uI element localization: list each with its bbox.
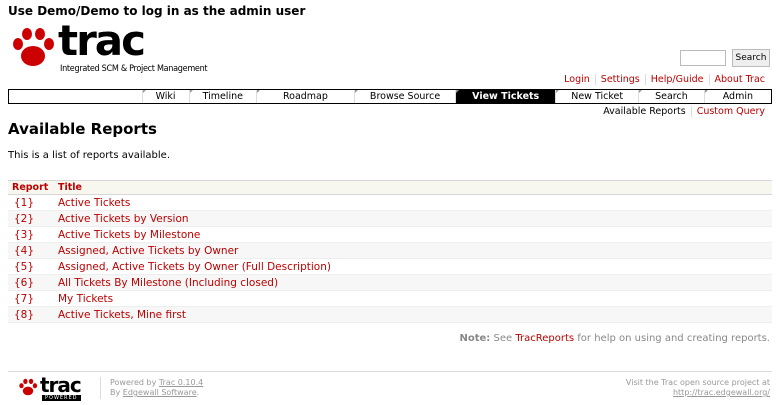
page-intro: This is a list of reports available.: [8, 150, 171, 161]
footer-separator: [100, 377, 101, 399]
main-navigation: Wiki Timeline Roadmap Browse Source View…: [8, 89, 772, 104]
table-row: {6} All Tickets By Milestone (Including c…: [8, 274, 772, 291]
metanav-settings[interactable]: Settings: [594, 74, 645, 85]
report-number-link[interactable]: {5}: [8, 258, 54, 275]
tab-admin[interactable]: Admin: [703, 90, 771, 103]
tab-search[interactable]: Search: [638, 90, 704, 103]
report-number-link[interactable]: {3}: [8, 226, 54, 243]
logo-tagline: Integrated SCM & Project Management: [60, 64, 208, 74]
table-row: {7} My Tickets: [8, 290, 772, 307]
table-row: {5} Assigned, Active Tickets by Owner (Fu…: [8, 258, 772, 275]
demo-login-note: Use Demo/Demo to log in as the admin use…: [8, 4, 306, 18]
table-row: {3} Active Tickets by Milestone: [8, 226, 772, 243]
help-note: Note: See TracReports for help on using …: [460, 333, 771, 344]
metanav-help-guide[interactable]: Help/Guide: [644, 74, 709, 85]
report-title-link[interactable]: Active Tickets by Milestone: [54, 226, 772, 243]
footer-powered-by: Powered by Trac 0.10.4 By Edgewall Softw…: [110, 378, 203, 398]
report-title-link[interactable]: Active Tickets: [54, 194, 772, 211]
logo-word: trac: [58, 16, 146, 65]
trac-powered-logo[interactable]: trac POWERED: [18, 373, 90, 401]
table-header-row: Report Title: [8, 180, 772, 195]
ctxtnav-custom-query[interactable]: Custom Query: [690, 106, 770, 117]
report-title-link[interactable]: My Tickets: [54, 290, 772, 307]
note-pre: See: [493, 333, 513, 344]
table-row: {4} Assigned, Active Tickets by Owner: [8, 242, 772, 259]
footer-divider: [8, 371, 772, 372]
tab-roadmap[interactable]: Roadmap: [255, 90, 354, 103]
report-title-link[interactable]: Assigned, Active Tickets by Owner (Full …: [54, 258, 772, 275]
report-number-link[interactable]: {7}: [8, 290, 54, 307]
report-title-link[interactable]: Active Tickets, Mine first: [54, 306, 772, 323]
footer-logo-badge: POWERED: [42, 395, 81, 401]
note-label: Note:: [459, 333, 491, 344]
trac-logo[interactable]: trac Integrated SCM & Project Management: [10, 16, 208, 74]
column-header-title[interactable]: Title: [54, 180, 772, 195]
report-number-link[interactable]: {2}: [8, 210, 54, 227]
paw-icon: [13, 28, 54, 66]
meta-navigation: Login Settings Help/Guide About Trac: [559, 74, 770, 85]
paw-icon: [19, 378, 38, 396]
note-post: for help on using and creating reports.: [577, 333, 770, 344]
report-number-link[interactable]: {8}: [8, 306, 54, 323]
context-navigation: Available Reports Custom Query: [598, 106, 770, 117]
edgewall-link[interactable]: Edgewall Software: [123, 388, 197, 397]
report-number-link[interactable]: {1}: [8, 194, 54, 211]
tab-timeline[interactable]: Timeline: [188, 90, 256, 103]
report-title-link[interactable]: Active Tickets by Version: [54, 210, 772, 227]
trac-version-link[interactable]: Trac 0.10.4: [159, 378, 203, 387]
tab-wiki[interactable]: Wiki: [141, 90, 189, 103]
ctxtnav-available-reports[interactable]: Available Reports: [598, 106, 690, 117]
tab-new-ticket[interactable]: New Ticket: [555, 90, 638, 103]
footer-logo-word: trac: [40, 373, 82, 397]
column-header-report[interactable]: Report: [8, 180, 54, 195]
trac-site-link[interactable]: http://trac.edgewall.org/: [626, 388, 770, 398]
footer-visit: Visit the Trac open source project at ht…: [626, 378, 770, 398]
page-title: Available Reports: [8, 120, 157, 138]
table-row: {2} Active Tickets by Version: [8, 210, 772, 227]
by-period: .: [196, 388, 200, 397]
report-title-link[interactable]: Assigned, Active Tickets by Owner: [54, 242, 772, 259]
trac-reports-link[interactable]: TracReports: [515, 333, 574, 344]
tab-view-tickets[interactable]: View Tickets: [455, 90, 556, 103]
visit-text: Visit the Trac open source project at: [625, 378, 770, 387]
table-row: {1} Active Tickets: [8, 194, 772, 211]
tab-browse-source[interactable]: Browse Source: [353, 90, 455, 103]
metanav-about-trac[interactable]: About Trac: [708, 74, 770, 85]
powered-by-text: Powered by: [110, 378, 157, 387]
search-input[interactable]: [680, 50, 726, 66]
report-title-link[interactable]: All Tickets By Milestone (Including clos…: [54, 274, 772, 291]
metanav-login[interactable]: Login: [559, 74, 595, 85]
report-number-link[interactable]: {4}: [8, 242, 54, 259]
table-row: {8} Active Tickets, Mine first: [8, 306, 772, 323]
by-text: By: [110, 388, 121, 397]
search-button[interactable]: Search: [732, 49, 770, 67]
reports-table: Report Title {1} Active Tickets {2} Active…: [8, 180, 772, 323]
report-number-link[interactable]: {6}: [8, 274, 54, 291]
